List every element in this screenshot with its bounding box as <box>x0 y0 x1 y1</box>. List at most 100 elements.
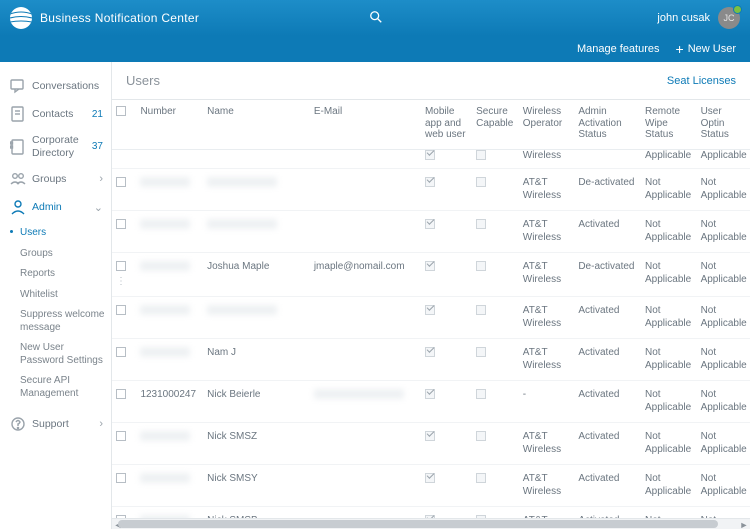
support-icon <box>10 416 26 432</box>
col-optin[interactable]: User Optin Status <box>697 100 750 149</box>
row-checkbox[interactable] <box>116 219 126 229</box>
col-operator[interactable]: Wireless Operator <box>519 100 575 149</box>
submenu-secure-api[interactable]: Secure API Management <box>20 371 111 404</box>
cell-activation: Activated <box>578 305 619 316</box>
sidebar-item-contacts[interactable]: Contacts 21 <box>0 100 111 128</box>
scroll-right-icon[interactable]: ► <box>738 519 750 529</box>
redacted-number <box>140 219 190 229</box>
cell-operator: AT&T Wireless <box>523 305 561 329</box>
redacted-name <box>207 305 277 315</box>
secure-capable-checkbox <box>476 389 486 399</box>
col-wipe[interactable]: Remote Wipe Status <box>641 100 697 149</box>
conversations-icon <box>10 78 26 94</box>
mobile-user-checkbox <box>425 473 435 483</box>
cell-wipe: Not Applicable <box>645 177 691 201</box>
admin-submenu: Users Groups Reports Whitelist Suppress … <box>0 221 111 410</box>
cell-activation: De-activated <box>578 177 634 188</box>
table-row[interactable]: Nick SMSY AT&T Wireless Activated Not Appli… <box>112 465 750 507</box>
row-checkbox[interactable] <box>116 473 126 483</box>
redacted-number <box>140 305 190 315</box>
col-mobile[interactable]: Mobile app and web user <box>421 100 472 149</box>
sidebar: Conversations Contacts 21 Corporate Dire… <box>0 62 112 529</box>
table-row[interactable]: Nick SMSZAT&T WirelessActivatedNot Appli… <box>112 423 750 465</box>
row-checkbox[interactable] <box>116 347 126 357</box>
submenu-reports[interactable]: Reports <box>20 264 111 285</box>
search-button[interactable] <box>369 10 383 27</box>
col-email[interactable]: E-Mail <box>310 100 421 149</box>
col-activation[interactable]: Admin Activation Status <box>574 100 641 149</box>
table-row[interactable]: Nam JAT&T WirelessActivatedNot Applicabl… <box>112 339 750 381</box>
mobile-user-checkbox <box>425 219 435 229</box>
cell-activation: Activated <box>578 473 619 484</box>
col-name[interactable]: Name <box>203 100 310 149</box>
app-header: Business Notification Center john cusak … <box>0 0 750 36</box>
chevron-down-icon: ⌄ <box>94 201 103 214</box>
mobile-user-checkbox <box>425 150 435 160</box>
table-row[interactable]: AT&T WirelessActivatedNot ApplicableNot … <box>112 297 750 339</box>
redacted-name <box>207 219 277 229</box>
cell-name: Nick SMSY <box>207 473 258 484</box>
sidebar-item-admin[interactable]: Admin ⌄ <box>0 193 111 221</box>
submenu-password-settings[interactable]: New User Password Settings <box>20 338 111 371</box>
table-row[interactable]: ⋮Joshua Maplejmaple@nomail.comAT&T Wirel… <box>112 253 750 297</box>
users-table-wrap: Number Name E-Mail Mobile app and web us… <box>112 100 750 518</box>
cell-wipe: Applicable <box>645 150 691 161</box>
contacts-icon <box>10 106 26 122</box>
row-checkbox[interactable] <box>116 389 126 399</box>
manage-features-link[interactable]: Manage features <box>577 43 660 55</box>
submenu-whitelist[interactable]: Whitelist <box>20 285 111 306</box>
row-checkbox[interactable] <box>116 261 126 271</box>
mobile-user-checkbox <box>425 389 435 399</box>
mobile-user-checkbox <box>425 305 435 315</box>
cell-name: Joshua Maple <box>207 261 269 272</box>
select-all-checkbox[interactable] <box>116 106 126 116</box>
table-row[interactable]: WirelessApplicableApplicable <box>112 149 750 169</box>
submenu-groups[interactable]: Groups <box>20 244 111 265</box>
table-row[interactable]: 1231000247Nick Beierle-ActivatedNot Appl… <box>112 381 750 423</box>
cell-operator: AT&T Wireless <box>523 177 561 201</box>
new-user-button[interactable]: + New User <box>676 42 736 56</box>
table-row[interactable]: AT&T WirelessActivatedNot ApplicableNot … <box>112 211 750 253</box>
new-user-label: New User <box>688 43 736 55</box>
avatar[interactable]: JC <box>718 7 740 29</box>
row-menu-icon[interactable]: ⋮ <box>116 276 127 287</box>
users-table: Number Name E-Mail Mobile app and web us… <box>112 100 750 518</box>
cell-optin: Not Applicable <box>701 473 747 497</box>
horizontal-scrollbar[interactable]: ◄ ► <box>112 518 750 529</box>
row-checkbox[interactable] <box>116 177 126 187</box>
cell-optin: Not Applicable <box>701 389 747 413</box>
sidebar-item-corporate-directory[interactable]: Corporate Directory 37 <box>0 128 111 165</box>
scrollbar-thumb[interactable] <box>118 520 718 528</box>
cell-operator: AT&T Wireless <box>523 473 561 497</box>
cell-operator: AT&T Wireless <box>523 431 561 455</box>
sidebar-item-conversations[interactable]: Conversations <box>0 72 111 100</box>
col-number[interactable]: Number <box>136 100 203 149</box>
cell-email: jmaple@nomail.com <box>314 261 405 272</box>
cell-optin: Not Applicable <box>701 219 747 243</box>
submenu-users[interactable]: Users <box>20 223 111 244</box>
main-content: Users Seat Licenses Number Name E-Mail <box>112 62 750 529</box>
cell-optin: Not Applicable <box>701 177 747 201</box>
sidebar-item-support[interactable]: Support › <box>0 410 111 438</box>
seat-licenses-link[interactable]: Seat Licenses <box>667 75 736 87</box>
table-row[interactable]: Nick SMSBAT&T WirelessActivatedNot Appli… <box>112 507 750 519</box>
table-row[interactable]: AT&T Wireless De-activated Not Applicable N… <box>112 169 750 211</box>
submenu-suppress-welcome[interactable]: Suppress welcome message <box>20 305 111 338</box>
current-user-name[interactable]: john cusak <box>657 12 710 24</box>
row-checkbox[interactable] <box>116 305 126 315</box>
cell-operator: AT&T Wireless <box>523 347 561 371</box>
row-checkbox[interactable] <box>116 431 126 441</box>
col-secure[interactable]: Secure Capable <box>472 100 519 149</box>
app-title: Business Notification Center <box>40 11 199 25</box>
cell-activation: Activated <box>578 347 619 358</box>
cell-activation: Activated <box>578 389 619 400</box>
cell-operator: Wireless <box>523 150 561 161</box>
cell-wipe: Not Applicable <box>645 473 691 497</box>
cell-wipe: Not Applicable <box>645 219 691 243</box>
cell-activation: Activated <box>578 219 619 230</box>
page-title: Users <box>126 73 160 88</box>
sidebar-item-groups[interactable]: Groups › <box>0 165 111 193</box>
redacted-name <box>207 177 277 187</box>
secure-capable-checkbox <box>476 305 486 315</box>
cell-optin: Not Applicable <box>701 431 747 455</box>
